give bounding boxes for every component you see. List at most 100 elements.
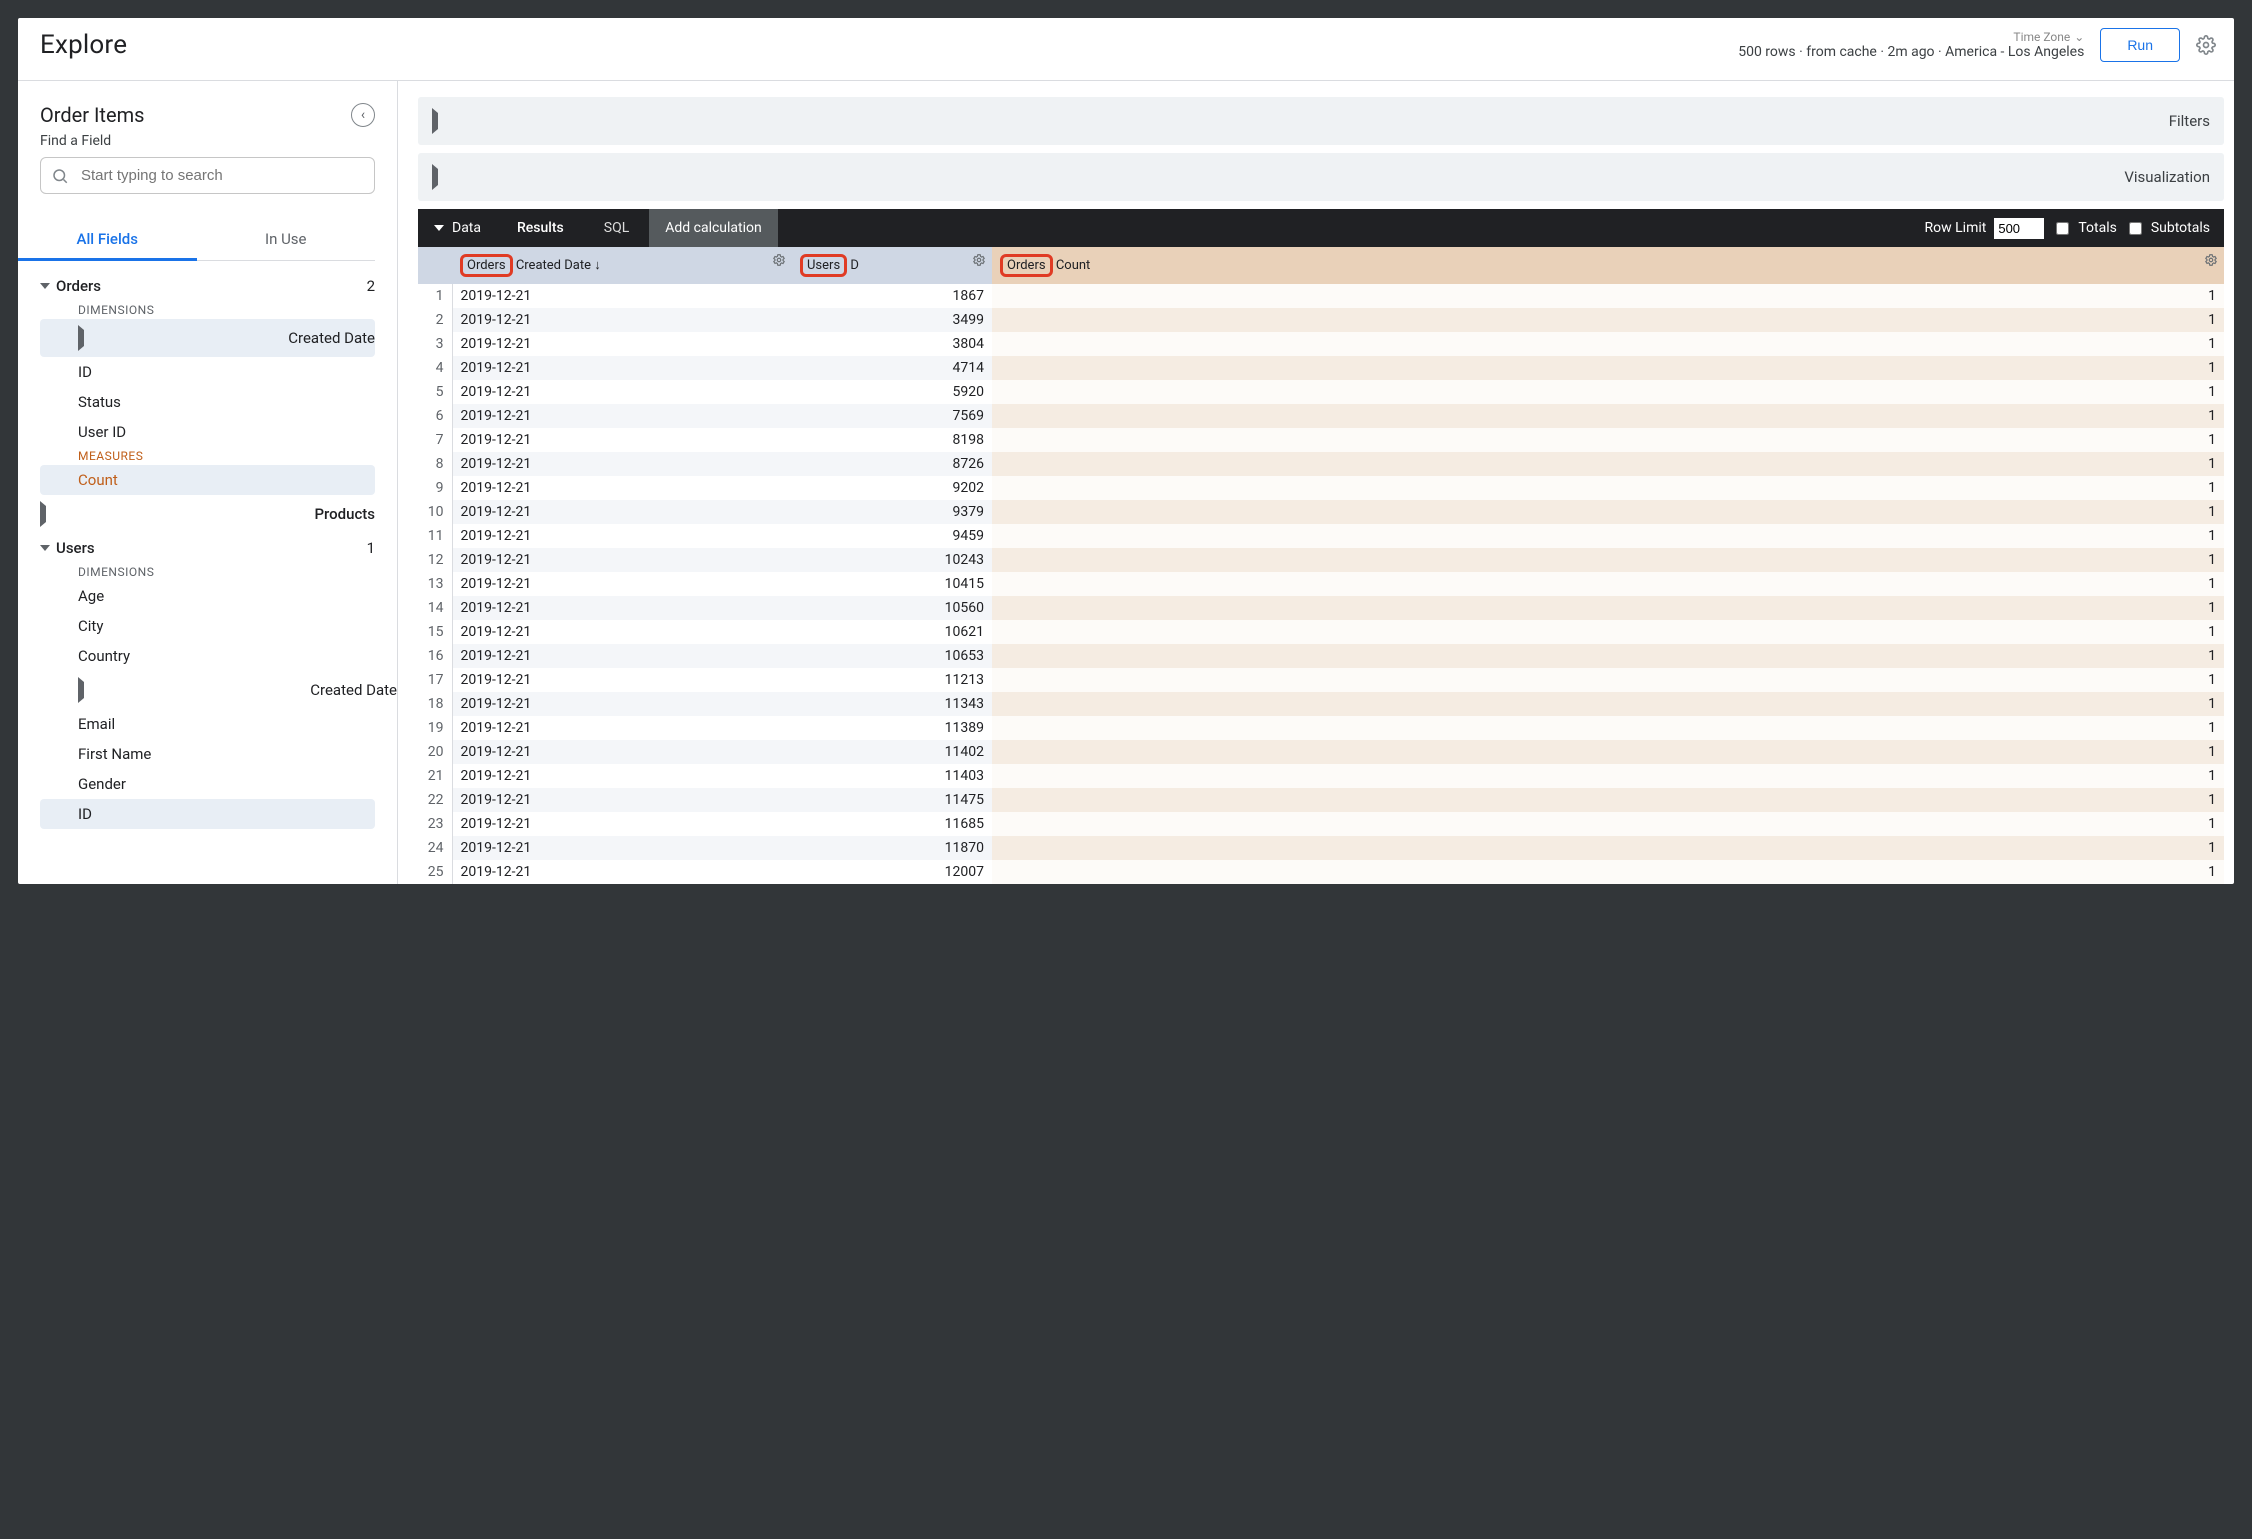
cell-created-date[interactable]: 2019-12-21	[452, 668, 792, 692]
row-limit-input[interactable]	[1994, 218, 2044, 239]
table-row[interactable]: 32019-12-2138041	[418, 332, 2224, 356]
cell-count[interactable]: 1	[992, 308, 2224, 332]
search-input[interactable]	[79, 166, 364, 185]
cell-count[interactable]: 1	[992, 860, 2224, 884]
field-users-country[interactable]: Country	[18, 641, 397, 671]
cell-users-id[interactable]: 11389	[792, 716, 992, 740]
cell-count[interactable]: 1	[992, 548, 2224, 572]
table-row[interactable]: 12019-12-2118671	[418, 284, 2224, 308]
cell-created-date[interactable]: 2019-12-21	[452, 308, 792, 332]
cell-users-id[interactable]: 10243	[792, 548, 992, 572]
table-row[interactable]: 252019-12-21120071	[418, 860, 2224, 884]
table-row[interactable]: 132019-12-21104151	[418, 572, 2224, 596]
table-row[interactable]: 192019-12-21113891	[418, 716, 2224, 740]
table-row[interactable]: 152019-12-21106211	[418, 620, 2224, 644]
settings-gear-icon[interactable]	[2196, 35, 2216, 55]
view-orders[interactable]: Orders 2	[18, 271, 397, 301]
field-orders-id[interactable]: ID	[18, 357, 397, 387]
field-orders-count[interactable]: Count	[40, 465, 375, 495]
table-row[interactable]: 142019-12-21105601	[418, 596, 2224, 620]
table-row[interactable]: 182019-12-21113431	[418, 692, 2224, 716]
field-users-id[interactable]: ID	[40, 799, 375, 829]
cell-users-id[interactable]: 10560	[792, 596, 992, 620]
cell-count[interactable]: 1	[992, 476, 2224, 500]
cell-count[interactable]: 1	[992, 284, 2224, 308]
cell-users-id[interactable]: 5920	[792, 380, 992, 404]
cell-users-id[interactable]: 4714	[792, 356, 992, 380]
cell-created-date[interactable]: 2019-12-21	[452, 716, 792, 740]
cell-created-date[interactable]: 2019-12-21	[452, 740, 792, 764]
cell-users-id[interactable]: 9459	[792, 524, 992, 548]
table-row[interactable]: 172019-12-21112131	[418, 668, 2224, 692]
cell-count[interactable]: 1	[992, 404, 2224, 428]
col-header-orders-created-date[interactable]: Orders Created Date ↓	[452, 247, 792, 284]
cell-created-date[interactable]: 2019-12-21	[452, 692, 792, 716]
cell-users-id[interactable]: 11870	[792, 836, 992, 860]
data-toggle[interactable]: Data	[418, 209, 497, 247]
cell-count[interactable]: 1	[992, 428, 2224, 452]
cell-users-id[interactable]: 11213	[792, 668, 992, 692]
column-gear-icon[interactable]	[2204, 253, 2218, 267]
cell-users-id[interactable]: 3804	[792, 332, 992, 356]
cell-count[interactable]: 1	[992, 500, 2224, 524]
cell-created-date[interactable]: 2019-12-21	[452, 788, 792, 812]
cell-count[interactable]: 1	[992, 620, 2224, 644]
cell-count[interactable]: 1	[992, 668, 2224, 692]
cell-count[interactable]: 1	[992, 596, 2224, 620]
column-gear-icon[interactable]	[772, 253, 786, 267]
table-row[interactable]: 232019-12-21116851	[418, 812, 2224, 836]
table-row[interactable]: 222019-12-21114751	[418, 788, 2224, 812]
tab-in-use[interactable]: In Use	[197, 220, 376, 260]
cell-count[interactable]: 1	[992, 332, 2224, 356]
table-row[interactable]: 122019-12-21102431	[418, 548, 2224, 572]
table-row[interactable]: 242019-12-21118701	[418, 836, 2224, 860]
cell-created-date[interactable]: 2019-12-21	[452, 404, 792, 428]
table-row[interactable]: 202019-12-21114021	[418, 740, 2224, 764]
col-header-orders-count[interactable]: Orders Count	[992, 247, 2224, 284]
add-calculation-button[interactable]: Add calculation	[649, 209, 778, 247]
cell-created-date[interactable]: 2019-12-21	[452, 476, 792, 500]
run-button[interactable]: Run	[2100, 28, 2180, 62]
field-users-first-name[interactable]: First Name	[18, 739, 397, 769]
tab-results[interactable]: Results	[497, 209, 584, 247]
field-users-created-date[interactable]: Created Date	[18, 671, 397, 709]
cell-created-date[interactable]: 2019-12-21	[452, 764, 792, 788]
results-table-wrap[interactable]: Orders Created Date ↓ Users D	[418, 247, 2224, 884]
cell-created-date[interactable]: 2019-12-21	[452, 620, 792, 644]
table-row[interactable]: 72019-12-2181981	[418, 428, 2224, 452]
field-users-city[interactable]: City	[18, 611, 397, 641]
table-row[interactable]: 92019-12-2192021	[418, 476, 2224, 500]
field-users-email[interactable]: Email	[18, 709, 397, 739]
cell-created-date[interactable]: 2019-12-21	[452, 644, 792, 668]
view-users[interactable]: Users 1	[18, 533, 397, 563]
cell-created-date[interactable]: 2019-12-21	[452, 812, 792, 836]
cell-users-id[interactable]: 11475	[792, 788, 992, 812]
cell-users-id[interactable]: 10653	[792, 644, 992, 668]
cell-users-id[interactable]: 8198	[792, 428, 992, 452]
cell-users-id[interactable]: 9379	[792, 500, 992, 524]
cell-count[interactable]: 1	[992, 812, 2224, 836]
cell-created-date[interactable]: 2019-12-21	[452, 548, 792, 572]
field-users-age[interactable]: Age	[18, 581, 397, 611]
cell-count[interactable]: 1	[992, 788, 2224, 812]
table-row[interactable]: 102019-12-2193791	[418, 500, 2224, 524]
cell-users-id[interactable]: 1867	[792, 284, 992, 308]
table-row[interactable]: 22019-12-2134991	[418, 308, 2224, 332]
cell-users-id[interactable]: 8726	[792, 452, 992, 476]
cell-created-date[interactable]: 2019-12-21	[452, 428, 792, 452]
cell-created-date[interactable]: 2019-12-21	[452, 452, 792, 476]
filters-panel[interactable]: Filters	[418, 97, 2224, 145]
view-products[interactable]: Products	[18, 495, 397, 533]
tab-sql[interactable]: SQL	[584, 209, 649, 247]
field-users-gender[interactable]: Gender	[18, 769, 397, 799]
cell-users-id[interactable]: 10415	[792, 572, 992, 596]
cell-count[interactable]: 1	[992, 716, 2224, 740]
cell-users-id[interactable]: 7569	[792, 404, 992, 428]
table-row[interactable]: 162019-12-21106531	[418, 644, 2224, 668]
cell-created-date[interactable]: 2019-12-21	[452, 596, 792, 620]
cell-created-date[interactable]: 2019-12-21	[452, 356, 792, 380]
table-row[interactable]: 42019-12-2147141	[418, 356, 2224, 380]
column-gear-icon[interactable]	[972, 253, 986, 267]
table-row[interactable]: 112019-12-2194591	[418, 524, 2224, 548]
cell-count[interactable]: 1	[992, 452, 2224, 476]
